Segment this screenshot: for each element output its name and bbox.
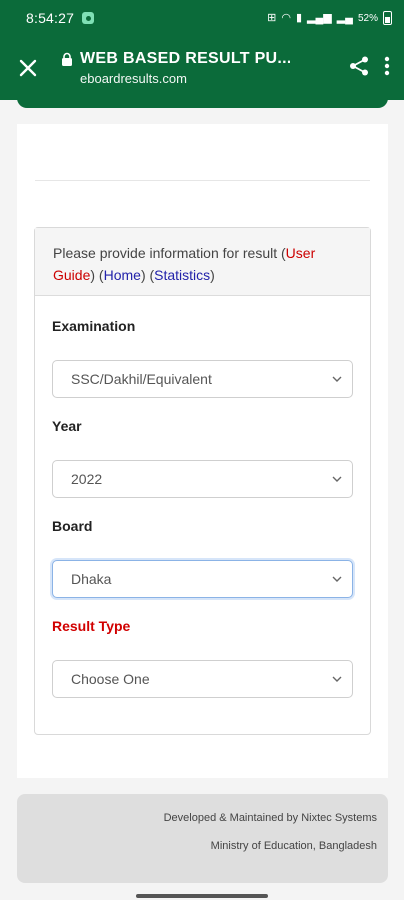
divider xyxy=(35,180,370,181)
footer-ministry: Ministry of Education, Bangladesh xyxy=(210,840,377,852)
url-display[interactable]: WEB BASED RESULT PU... eboardresults.com xyxy=(80,50,290,86)
board-value: Dhaka xyxy=(71,571,112,587)
home-link[interactable]: Home xyxy=(104,267,141,283)
result-type-label: Result Type xyxy=(52,618,131,634)
examination-value: SSC/Dakhil/Equivalent xyxy=(71,371,212,387)
battery-icon xyxy=(383,11,392,25)
signal-icon: ▂▄▆ xyxy=(307,11,332,24)
nfc-icon: ⊞ xyxy=(267,11,277,24)
more-vert-icon xyxy=(384,56,390,75)
share-button[interactable] xyxy=(348,55,370,82)
browser-toolbar: WEB BASED RESULT PU... eboardresults.com xyxy=(0,36,404,100)
close-icon xyxy=(19,59,37,77)
status-time: 8:54:27 xyxy=(26,10,75,26)
wifi-icon: ◠ xyxy=(281,11,291,24)
chevron-down-icon xyxy=(332,676,342,682)
result-form-panel: Please provide information for result (U… xyxy=(34,227,371,735)
footer-developer: Developed & Maintained by Nixtec Systems xyxy=(163,812,377,824)
result-type-select[interactable]: Choose One xyxy=(52,660,353,698)
gesture-nav-handle[interactable] xyxy=(136,894,268,898)
chevron-down-icon xyxy=(332,376,342,382)
close-paren: ) xyxy=(210,267,215,283)
separator: ) ( xyxy=(90,267,104,283)
year-value: 2022 xyxy=(71,471,103,487)
year-label: Year xyxy=(52,418,82,434)
chevron-down-icon xyxy=(332,476,342,482)
board-select[interactable]: Dhaka xyxy=(52,560,353,598)
board-label: Board xyxy=(52,518,93,534)
chevron-down-icon xyxy=(332,576,342,582)
panel-header: Please provide information for result (U… xyxy=(35,228,370,296)
result-type-value: Choose One xyxy=(71,671,150,687)
page-host: eboardresults.com xyxy=(80,71,187,86)
statistics-link[interactable]: Statistics xyxy=(154,267,210,283)
share-icon xyxy=(350,56,368,75)
notification-app-icon xyxy=(82,12,95,24)
toolbar-actions xyxy=(348,55,404,82)
data-signal-icon: ▮ xyxy=(295,11,302,24)
separator: ) ( xyxy=(140,267,155,283)
signal-icon-2: ▂▄ xyxy=(336,11,353,24)
examination-select[interactable]: SSC/Dakhil/Equivalent xyxy=(52,360,353,398)
lock-icon xyxy=(62,52,72,66)
footer: Developed & Maintained by Nixtec Systems… xyxy=(17,794,388,883)
status-bar: 8:54:27 ⊞ ◠ ▮ ▂▄▆ ▂▄ 52% xyxy=(0,0,404,36)
close-button[interactable] xyxy=(0,36,56,100)
page-content: Please provide information for result (U… xyxy=(17,124,388,778)
battery-percent: 52% xyxy=(357,12,378,24)
page-title: WEB BASED RESULT PU... xyxy=(80,50,290,67)
site-header-strip xyxy=(17,96,388,108)
intro-text: Please provide information for result ( xyxy=(53,245,286,261)
more-options-button[interactable] xyxy=(384,56,390,81)
examination-label: Examination xyxy=(52,318,136,334)
status-indicators: ⊞ ◠ ▮ ▂▄▆ ▂▄ 52% xyxy=(267,11,392,25)
year-select[interactable]: 2022 xyxy=(52,460,353,498)
